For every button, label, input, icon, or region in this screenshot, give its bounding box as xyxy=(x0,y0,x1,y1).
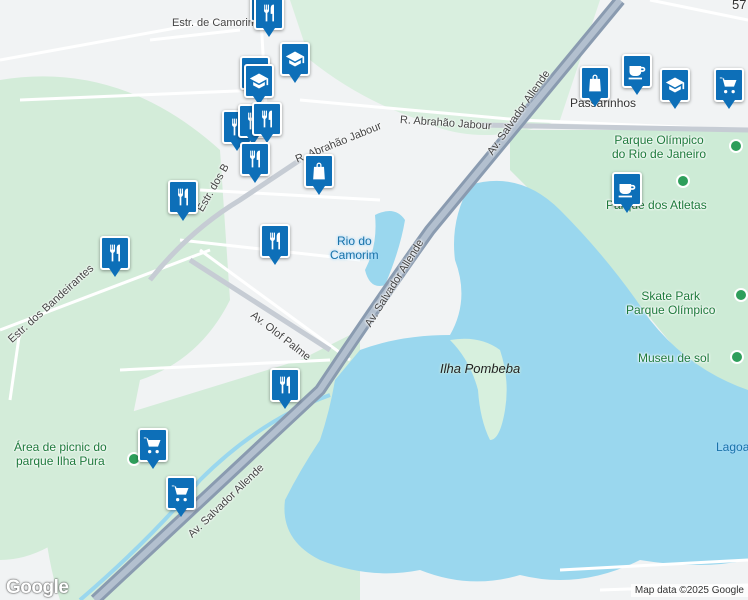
restaurant-icon xyxy=(173,187,193,207)
map-marker-shopping-cart[interactable] xyxy=(166,476,196,520)
restaurant-icon xyxy=(265,231,285,251)
map-marker-restaurant[interactable] xyxy=(100,236,130,280)
map-marker-shopping-cart[interactable] xyxy=(138,428,168,472)
shopping-cart-icon xyxy=(171,483,191,503)
label-rio-camorim: Rio do Camorim xyxy=(330,234,379,262)
restaurant-icon xyxy=(245,149,265,169)
label-museu-sol: Museu de sol xyxy=(638,351,710,365)
school-icon xyxy=(285,49,305,69)
park-pin-skate-park[interactable] xyxy=(734,288,748,302)
map-attribution[interactable]: Map data ©2025 Google xyxy=(630,584,748,597)
map-marker-shopping-cart[interactable] xyxy=(714,68,744,112)
restaurant-icon xyxy=(259,3,279,23)
map-marker-restaurant[interactable] xyxy=(168,180,198,224)
map-marker-restaurant[interactable] xyxy=(254,0,284,40)
map-marker-shopping-bag[interactable] xyxy=(304,154,334,198)
label-parque-olimpico: Parque Olímpico do Rio de Janeiro xyxy=(612,133,707,161)
map-marker-restaurant[interactable] xyxy=(260,224,290,268)
map-marker-shopping-bag[interactable] xyxy=(580,66,610,110)
restaurant-icon xyxy=(105,243,125,263)
shopping-bag-icon xyxy=(309,161,329,181)
map-marker-restaurant[interactable] xyxy=(240,142,270,186)
park-pin-parque-olimpico[interactable] xyxy=(729,139,743,153)
park-pin-museu-sol[interactable] xyxy=(730,350,744,364)
label-ilha-pombeba: Ilha Pombeba xyxy=(440,361,521,376)
shopping-cart-icon xyxy=(719,75,739,95)
school-icon xyxy=(665,75,685,95)
map-marker-restaurant[interactable] xyxy=(270,368,300,412)
restaurant-icon xyxy=(275,375,295,395)
map-marker-school[interactable] xyxy=(660,68,690,112)
school-icon xyxy=(249,71,269,91)
label-top-right-number: 57 xyxy=(732,0,747,12)
shopping-cart-icon xyxy=(143,435,163,455)
map-marker-cafe[interactable] xyxy=(612,172,642,216)
map-marker-school[interactable] xyxy=(280,42,310,86)
cafe-icon xyxy=(627,61,647,81)
map-marker-cafe[interactable] xyxy=(622,54,652,98)
label-estr-camorim: Estr. de Camorim xyxy=(172,17,257,29)
label-area-picnic: Área de picnic do parque Ilha Pura xyxy=(14,440,107,468)
park-pin-parque-atletas[interactable] xyxy=(676,174,690,188)
shopping-bag-icon xyxy=(585,73,605,93)
label-lagoa: Lagoa xyxy=(716,440,748,454)
google-logo: Google xyxy=(6,577,69,598)
label-skate-park: Skate Park Parque Olímpico xyxy=(626,289,716,317)
restaurant-icon xyxy=(257,109,277,129)
cafe-icon xyxy=(617,179,637,199)
map-marker-restaurant[interactable] xyxy=(252,102,282,146)
